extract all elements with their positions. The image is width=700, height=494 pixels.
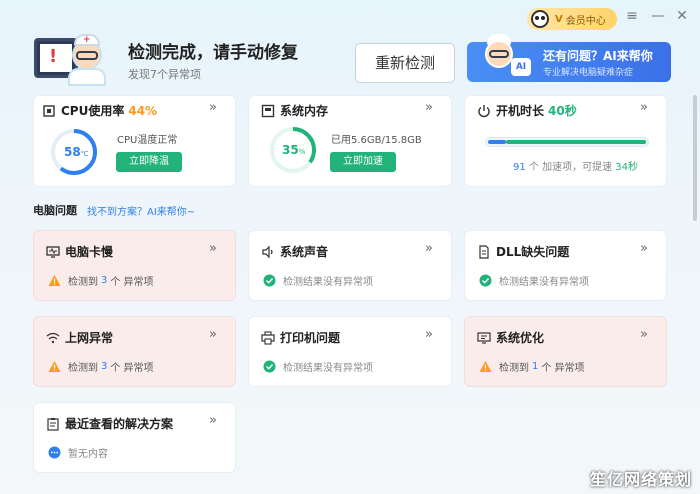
boot-speedup-text: 91 个 加速项，可提速 34秒 [513, 162, 639, 173]
issue-card-slow-pc[interactable]: 电脑卡慢 » 检测到 3 个 异常项 [33, 230, 236, 301]
clipboard-icon [46, 417, 60, 431]
ai-banner-title: 还有问题？AI来帮你 [543, 49, 653, 63]
boot-time-card[interactable]: 开机时长 40秒 » 91 个 加速项，可提速 34秒 [464, 95, 667, 187]
wifi-icon [46, 331, 60, 345]
optimize-monitor-icon [477, 331, 491, 345]
check-circle-icon [479, 274, 492, 287]
watermark: 笙亿网络策划 [589, 470, 692, 489]
issue-title: DLL缺失问题 [496, 245, 570, 259]
cpu-usage-card[interactable]: CPU使用率 44% » 58℃ CPU温度正常 立即降温 [33, 95, 236, 187]
chevron-right-icon: » [209, 100, 217, 115]
cool-down-button[interactable]: 立即降温 [116, 152, 182, 172]
issue-status: 暂无内容 [48, 445, 108, 460]
issue-status: 检测结果没有异常项 [479, 273, 589, 288]
cpu-temp-value: 58℃ [64, 145, 89, 159]
minimize-icon[interactable]: — [648, 6, 668, 26]
monitor-pulse-icon [46, 245, 60, 259]
file-icon [477, 244, 491, 259]
doctor-monitor-illustration: ! + [34, 34, 114, 86]
chevron-right-icon: » [425, 241, 433, 256]
boot-progress-bar [485, 137, 649, 147]
recheck-button[interactable]: 重新检测 [355, 43, 455, 83]
memory-used-text: 已用5.6GB/15.8GB [331, 135, 422, 146]
close-icon[interactable]: ✕ [672, 6, 692, 26]
issue-status: 检测到 3 个 异常项 [48, 273, 154, 288]
speaker-icon [261, 245, 275, 259]
issue-title: 上网异常 [65, 331, 114, 345]
issue-status: 检测到 3 个 异常项 [48, 359, 154, 374]
issue-card-system-optimize[interactable]: 系统优化 » 检测到 1 个 异常项 [464, 316, 667, 387]
warning-icon [48, 360, 61, 373]
more-circle-icon [48, 446, 61, 459]
panda-avatar-icon [531, 10, 549, 28]
warning-icon [479, 360, 492, 373]
issue-title: 系统声音 [280, 245, 329, 259]
memory-card-title: 系统内存 [280, 104, 329, 118]
chevron-right-icon: » [425, 327, 433, 342]
issue-status: 检测到 1 个 异常项 [479, 359, 585, 374]
power-icon [477, 104, 491, 118]
issue-card-printer[interactable]: 打印机问题 » 检测结果没有异常项 [248, 316, 452, 387]
ai-banner-subtitle: 专业解决电脑疑难杂症 [543, 68, 634, 78]
chevron-right-icon: » [640, 100, 648, 115]
chevron-right-icon: » [640, 241, 648, 256]
issue-status: 检测结果没有异常项 [263, 359, 373, 374]
title-bar: V 会员中心 ≡ — ✕ [0, 0, 700, 36]
issue-title: 最近查看的解决方案 [65, 417, 174, 431]
ai-doctor-icon: AI [475, 34, 531, 82]
vip-icon: V [555, 13, 563, 25]
memory-icon [261, 104, 275, 118]
cpu-usage-value: 44% [128, 103, 158, 118]
chevron-right-icon: » [640, 327, 648, 342]
check-circle-icon [263, 360, 276, 373]
cpu-icon [42, 104, 56, 118]
chevron-right-icon: » [209, 413, 217, 428]
page-subtitle: 发现7个异常项 [128, 68, 201, 81]
memory-card[interactable]: 系统内存 » 35% 已用5.6GB/15.8GB 立即加速 [248, 95, 452, 187]
warning-icon [48, 274, 61, 287]
issue-title: 系统优化 [496, 331, 545, 345]
section-title: 电脑问题 [33, 204, 77, 217]
issue-title: 电脑卡慢 [65, 245, 114, 259]
ai-help-banner[interactable]: AI 还有问题？AI来帮你 专业解决电脑疑难杂症 [467, 34, 671, 82]
issue-card-system-sound[interactable]: 系统声音 » 检测结果没有异常项 [248, 230, 452, 301]
issue-card-dll-missing[interactable]: DLL缺失问题 » 检测结果没有异常项 [464, 230, 667, 301]
page-title: 检测完成，请手动修复 [128, 43, 298, 63]
scrollbar[interactable] [693, 95, 697, 221]
cpu-card-title: CPU使用率 [61, 104, 125, 118]
member-center-label: 会员中心 [565, 15, 606, 27]
chevron-right-icon: » [209, 241, 217, 256]
issue-card-network[interactable]: 上网异常 » 检测到 3 个 异常项 [33, 316, 236, 387]
chevron-right-icon: » [209, 327, 217, 342]
ai-help-link[interactable]: 找不到方案？AI来帮你~ [87, 203, 195, 218]
memory-usage-value: 35% [282, 143, 306, 157]
member-center-button[interactable]: V 会员中心 [527, 8, 617, 30]
boot-time-value: 40秒 [548, 104, 577, 118]
recent-solutions-card[interactable]: 最近查看的解决方案 » 暂无内容 [33, 402, 236, 473]
printer-icon [261, 330, 275, 345]
boot-card-title: 开机时长 [496, 104, 545, 118]
chevron-right-icon: » [425, 100, 433, 115]
issue-status: 检测结果没有异常项 [263, 273, 373, 288]
cpu-temp-status: CPU温度正常 [117, 135, 178, 146]
menu-icon[interactable]: ≡ [622, 6, 642, 26]
check-circle-icon [263, 274, 276, 287]
issue-title: 打印机问题 [280, 331, 341, 345]
speed-up-button[interactable]: 立即加速 [330, 152, 396, 172]
